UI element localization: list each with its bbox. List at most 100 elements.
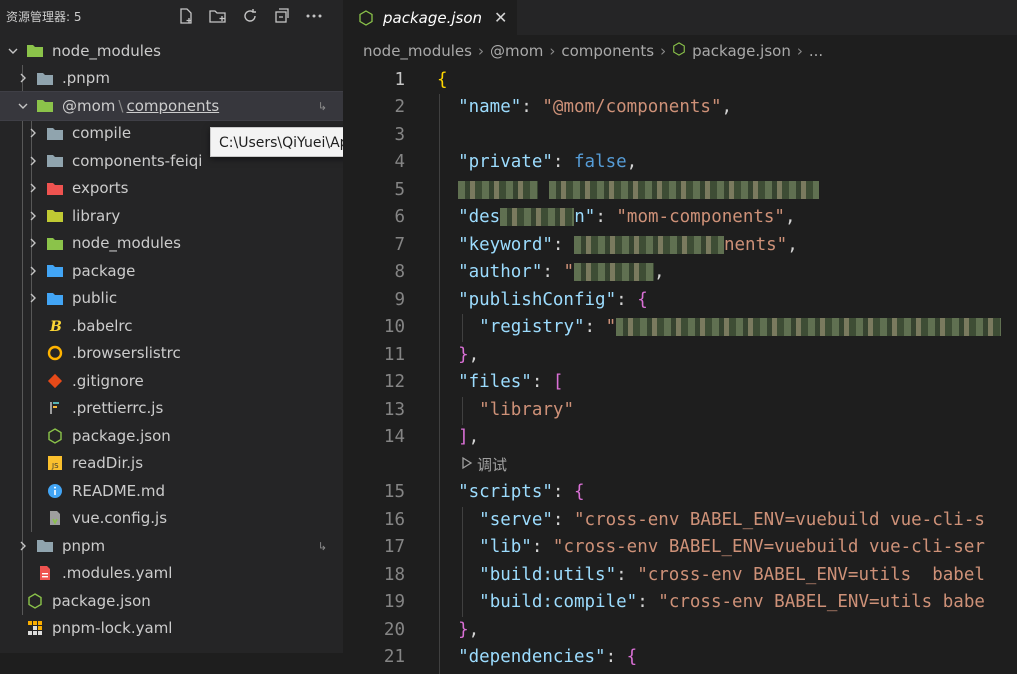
chevron-right-icon[interactable] [16, 71, 30, 85]
tree-file-item[interactable]: package.json [0, 422, 343, 450]
code-line: 13 "library" [343, 396, 1017, 424]
line-number: 15 [383, 482, 405, 503]
breadcrumb-item[interactable]: components [561, 42, 654, 60]
svg-text:JS: JS [51, 462, 59, 470]
debug-codelens[interactable]: 调试 [343, 451, 1017, 479]
json-value: "cross-env BABEL_ENV=vuebuild vue-cli-se… [552, 537, 985, 558]
tree-item-label: node_modules [72, 234, 181, 253]
code-line: 4 "private": false, [343, 149, 1017, 177]
json-key: "author" [458, 262, 543, 283]
tree-item-label: pnpm [62, 536, 106, 555]
play-icon [461, 456, 473, 474]
tree-folder-item[interactable]: node_modules [0, 230, 343, 258]
json-key: "lib" [479, 537, 532, 558]
code-line: 21 "dependencies": { [343, 644, 1017, 672]
line-number: 11 [383, 344, 405, 365]
breadcrumb-item[interactable]: node_modules [363, 42, 472, 60]
tree-file-item[interactable]: .prettierrc.js [0, 395, 343, 423]
chevron-right-icon[interactable] [26, 209, 40, 223]
line-number: 3 [394, 124, 405, 145]
breadcrumb-item[interactable]: ... [809, 42, 823, 60]
tree-folder-item[interactable]: .pnpm [0, 65, 343, 93]
chevron-right-icon[interactable] [26, 291, 40, 305]
tree-file-item[interactable]: B .babelrc [0, 312, 343, 340]
tree-file-item[interactable]: vue.config.js [0, 505, 343, 533]
public-folder-icon [46, 290, 64, 306]
code-line: 18 "build:utils": "cross-env BABEL_ENV=u… [343, 561, 1017, 589]
tree-item-label: @mom [62, 96, 116, 115]
json-value: "@mom/components" [542, 97, 722, 118]
json-key: "registry" [479, 317, 585, 338]
redacted-text [458, 180, 539, 199]
tree-folder-item[interactable]: public [0, 285, 343, 313]
chevron-down-icon[interactable] [6, 44, 20, 58]
code-line: 12 "files": [ [343, 369, 1017, 397]
tree-file-item[interactable]: package.json [0, 587, 343, 615]
tree-folder-item[interactable]: node_modules [0, 37, 343, 65]
json-key: "dependencies" [458, 647, 606, 668]
tree-item-label: package.json [52, 591, 151, 610]
folder-icon [36, 538, 54, 554]
prettier-icon [46, 400, 64, 416]
new-folder-icon[interactable] [207, 5, 229, 27]
new-file-icon[interactable] [175, 5, 197, 27]
editor: package.json ✕ node_modules › @mom › com… [343, 0, 1017, 674]
folder-icon [46, 153, 64, 169]
brace: } [458, 619, 469, 640]
json-key: "private" [458, 152, 553, 173]
line-number: 14 [383, 427, 405, 448]
info-icon [46, 483, 64, 499]
tab-label: package.json [383, 8, 483, 27]
tree-folder-item[interactable]: library [0, 202, 343, 230]
tree-folder-item[interactable]: exports [0, 175, 343, 203]
breadcrumb: node_modules › @mom › components › packa… [343, 35, 1017, 67]
tree-item-label: .modules.yaml [62, 564, 173, 583]
code-area[interactable]: 1{ 2 "name": "@mom/components", 3 4 "pri… [343, 66, 1017, 674]
bracket: ] [458, 427, 469, 448]
more-icon[interactable] [303, 5, 325, 27]
tree-item-label: README.md [72, 481, 166, 500]
chevron-right-icon: › [477, 42, 484, 60]
chevron-right-icon[interactable] [26, 264, 40, 278]
tree-file-item[interactable]: .browserslistrc [0, 340, 343, 368]
redacted-text [574, 263, 654, 282]
code-line: 2 "name": "@mom/components", [343, 94, 1017, 122]
chevron-right-icon[interactable] [26, 126, 40, 140]
tree-folder-item[interactable]: package [0, 257, 343, 285]
json-value: false [573, 152, 627, 173]
tab-package-json[interactable]: package.json ✕ [343, 0, 518, 35]
json-key: n" [574, 207, 596, 228]
breadcrumb-item[interactable]: package.json [692, 42, 791, 60]
close-icon[interactable]: ✕ [494, 8, 507, 27]
tree-folder-item[interactable]: @mom \ components ↳ [0, 91, 343, 121]
node-folder-icon [46, 235, 64, 251]
line-number: 17 [383, 537, 405, 558]
collapse-all-icon[interactable] [271, 5, 293, 27]
tree-file-item[interactable]: JS readDir.js [0, 450, 343, 478]
json-value: nents" [723, 234, 788, 255]
chevron-right-icon[interactable] [26, 236, 40, 250]
chevron-right-icon[interactable] [26, 181, 40, 195]
chevron-right-icon[interactable] [26, 154, 40, 168]
chevron-down-icon[interactable] [16, 99, 30, 113]
nodejs-icon [357, 9, 375, 26]
code-line: 9 "publishConfig": { [343, 286, 1017, 314]
tree-file-item[interactable]: .modules.yaml [0, 560, 343, 588]
line-number: 9 [394, 289, 405, 310]
breadcrumb-item[interactable]: @mom [490, 42, 543, 60]
nodejs-icon [46, 427, 64, 444]
tree-file-item[interactable]: pnpm-lock.yaml [0, 615, 343, 643]
code-line: 11 }, [343, 341, 1017, 369]
tree-file-item[interactable]: .gitignore [0, 367, 343, 395]
tree-item-label: readDir.js [72, 454, 144, 473]
tree-file-item[interactable]: README.md [0, 477, 343, 505]
path-separator: \ [118, 96, 124, 115]
code-line: 14 ], [343, 424, 1017, 452]
tree-item-label: compile [72, 124, 132, 143]
tree-folder-item[interactable]: pnpm ↳ [0, 532, 343, 560]
tree-item-label: .babelrc [72, 316, 133, 335]
explorer-sidebar: 资源管理器: 5 node_modules .pnpm @mom \ component… [0, 0, 343, 653]
chevron-right-icon[interactable] [16, 539, 30, 553]
yaml-icon [36, 565, 54, 581]
refresh-icon[interactable] [239, 5, 261, 27]
